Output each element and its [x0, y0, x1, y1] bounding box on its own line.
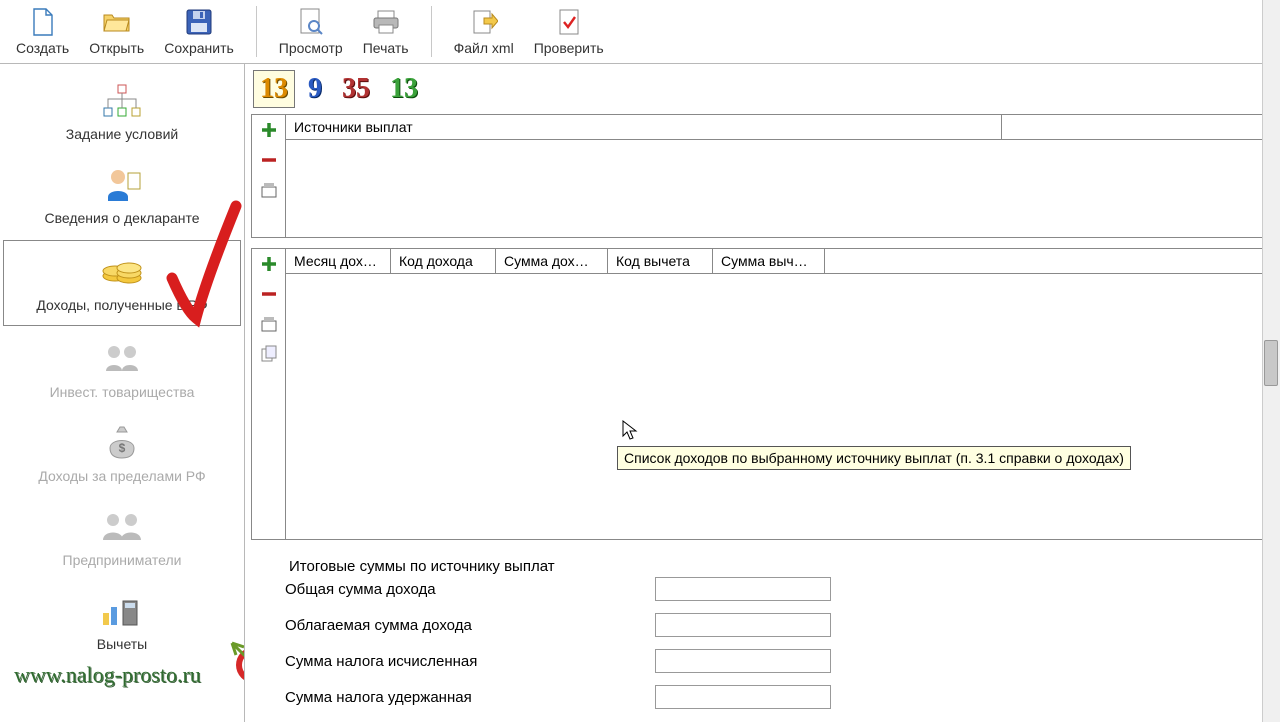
handshake-icon: [99, 340, 145, 378]
xml-button[interactable]: Файл xml: [444, 0, 524, 63]
total-income-label: Общая сумма дохода: [285, 581, 645, 598]
totals-section: Итоговые суммы по источнику выплат Общая…: [285, 548, 1273, 709]
check-button[interactable]: Проверить: [524, 0, 614, 63]
floppy-icon: [185, 8, 213, 36]
sidebar-item-entrepreneurs[interactable]: Предприниматели: [0, 496, 244, 580]
tax-calc-label: Сумма налога исчисленная: [285, 653, 645, 670]
sidebar-item-label: Вычеты: [97, 636, 148, 652]
sidebar-item-label: Инвест. товарищества: [50, 384, 195, 400]
sources-header: Источники выплат: [286, 115, 1002, 139]
totals-legend: Итоговые суммы по источнику выплат: [285, 558, 1273, 575]
content-area: 13 9 35 13: [245, 64, 1280, 722]
sidebar-item-label: Сведения о декларанте: [44, 210, 199, 226]
col-deduct-code[interactable]: Код вычета: [608, 249, 713, 273]
tree-icon: [99, 82, 145, 120]
col-month[interactable]: Месяц дох…: [286, 249, 391, 273]
col-income-sum[interactable]: Сумма дох…: [496, 249, 608, 273]
magnifier-page-icon: [297, 8, 325, 36]
file-export-icon: [470, 8, 498, 36]
svg-text:$: $: [119, 441, 126, 455]
col-income-code[interactable]: Код дохода: [391, 249, 496, 273]
col-deduct-sum[interactable]: Сумма выч…: [713, 249, 825, 273]
navigation-sidebar: Задание условий Сведения о декларанте До…: [0, 64, 245, 722]
remove-income-button[interactable]: [258, 283, 280, 305]
group-icon: [99, 508, 145, 546]
income-tooltip: Список доходов по выбранному источнику в…: [617, 446, 1131, 470]
open-label: Открыть: [89, 40, 144, 56]
print-label: Печать: [363, 40, 409, 56]
copy-income-button[interactable]: [258, 343, 280, 365]
sidebar-item-declarant[interactable]: Сведения о декларанте: [0, 154, 244, 238]
edit-source-button[interactable]: [258, 179, 280, 201]
income-toolbar: [252, 249, 286, 539]
total-income-input[interactable]: [655, 577, 831, 601]
payment-sources-panel: Источники выплат: [251, 114, 1273, 238]
remove-source-button[interactable]: [258, 149, 280, 171]
sidebar-item-label: Предприниматели: [63, 552, 182, 568]
create-label: Создать: [16, 40, 69, 56]
print-button[interactable]: Печать: [353, 0, 419, 63]
sidebar-item-label: Доходы за пределами РФ: [38, 468, 205, 484]
moneybag-icon: $: [99, 424, 145, 462]
create-button[interactable]: Создать: [6, 0, 79, 63]
preview-button[interactable]: Просмотр: [269, 0, 353, 63]
save-button[interactable]: Сохранить: [154, 0, 244, 63]
sidebar-item-invest[interactable]: Инвест. товарищества: [0, 328, 244, 412]
sidebar-item-label: Задание условий: [66, 126, 178, 142]
new-file-icon: [29, 8, 57, 36]
sidebar-item-deductions[interactable]: Вычеты: [0, 580, 244, 664]
col-spacer: [825, 249, 1272, 273]
sources-toolbar: [252, 115, 286, 237]
main-toolbar: Создать Открыть Сохранить Просмотр Печа: [0, 0, 1280, 64]
rate-tab-35[interactable]: 35: [335, 70, 377, 108]
xml-label: Файл xml: [454, 40, 514, 56]
vertical-scrollbar[interactable]: [1262, 0, 1280, 722]
tax-rate-tabs: 13 9 35 13: [245, 64, 1279, 114]
income-list-panel: Месяц дох… Код дохода Сумма дох… Код выч…: [251, 248, 1273, 540]
check-label: Проверить: [534, 40, 604, 56]
folder-open-icon: [103, 8, 131, 36]
sidebar-item-income-abroad[interactable]: $ Доходы за пределами РФ: [0, 412, 244, 496]
coins-icon: [99, 253, 145, 291]
taxable-income-label: Облагаемая сумма дохода: [285, 617, 645, 634]
rate-tab-13[interactable]: 13: [253, 70, 295, 108]
person-card-icon: [99, 166, 145, 204]
edit-income-button[interactable]: [258, 313, 280, 335]
check-page-icon: [555, 8, 583, 36]
open-button[interactable]: Открыть: [79, 0, 154, 63]
tax-withheld-input[interactable]: [655, 685, 831, 709]
taxable-income-input[interactable]: [655, 613, 831, 637]
scrollbar-thumb[interactable]: [1264, 340, 1278, 386]
sources-col2: [1002, 115, 1272, 139]
add-income-button[interactable]: [258, 253, 280, 275]
rate-tab-13-green[interactable]: 13: [383, 70, 425, 108]
sidebar-item-label: Доходы, полученные в РФ: [36, 297, 207, 313]
watermark-text: www.nalog-prosto.ru: [14, 662, 201, 688]
sidebar-item-conditions[interactable]: Задание условий: [0, 70, 244, 154]
sidebar-item-income-rf[interactable]: Доходы, полученные в РФ: [3, 240, 241, 326]
calculator-chart-icon: [99, 592, 145, 630]
save-label: Сохранить: [164, 40, 234, 56]
add-source-button[interactable]: [258, 119, 280, 141]
preview-label: Просмотр: [279, 40, 343, 56]
printer-icon: [372, 8, 400, 36]
rate-tab-9[interactable]: 9: [301, 70, 329, 108]
tax-calc-input[interactable]: [655, 649, 831, 673]
tax-withheld-label: Сумма налога удержанная: [285, 689, 645, 706]
